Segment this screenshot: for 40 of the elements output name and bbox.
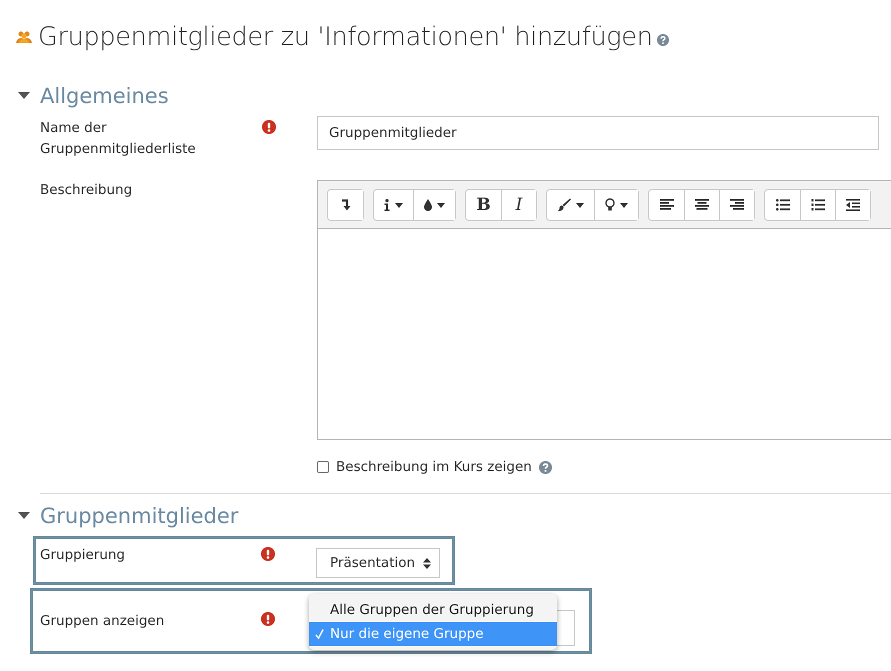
drop-icon [424,199,432,211]
outdent-button[interactable] [835,190,870,220]
caret-icon [576,202,584,208]
lightbulb-icon [605,198,615,212]
checkmark-icon [315,628,324,640]
checkbox[interactable] [317,461,329,473]
align-right-button[interactable] [719,190,754,220]
align-right-icon [730,199,744,211]
section-title[interactable]: Gruppenmitglieder [40,504,238,528]
format-button[interactable]: I [501,190,536,220]
arrow-icon [340,199,350,211]
numbered-list-icon [811,199,825,211]
help-icon[interactable] [656,34,669,46]
align-left-icon [660,199,674,211]
section-title[interactable]: Allgemeines [40,84,169,108]
outdent-icon [846,199,860,211]
bullet-list-icon [776,199,790,211]
grouping-select[interactable]: Präsentation [316,548,440,578]
dropdown-option[interactable]: Alle Gruppen der Gruppierung [309,598,557,622]
brush-icon [557,198,571,212]
field-label: Name der Gruppenmitgliederliste [40,119,197,159]
help-icon[interactable] [538,460,552,474]
collapse-caret-icon[interactable] [18,512,30,520]
collapse-caret-icon[interactable] [18,92,30,100]
caret-icon [620,202,628,208]
checkbox-label[interactable]: Beschreibung im Kurs zeigen [336,459,532,475]
page-title: Gruppenmitglieder zu 'Informationen' hinzufügen [38,22,653,52]
drop-button[interactable] [413,190,455,220]
caret-icon [437,202,445,208]
sort-arrows-icon [423,558,432,568]
field-label: Beschreibung [40,181,134,200]
bulb-button[interactable] [594,190,638,220]
field-label: Gruppen anzeigen [40,612,166,630]
group-icon [16,31,32,43]
caret-icon [395,202,403,208]
name-input-field[interactable]: Gruppenmitglieder [317,116,879,150]
info-icon [384,199,390,211]
field-label: Gruppierung [40,546,126,565]
align-center-icon [695,199,709,211]
text-editor[interactable]: B I [317,180,891,440]
